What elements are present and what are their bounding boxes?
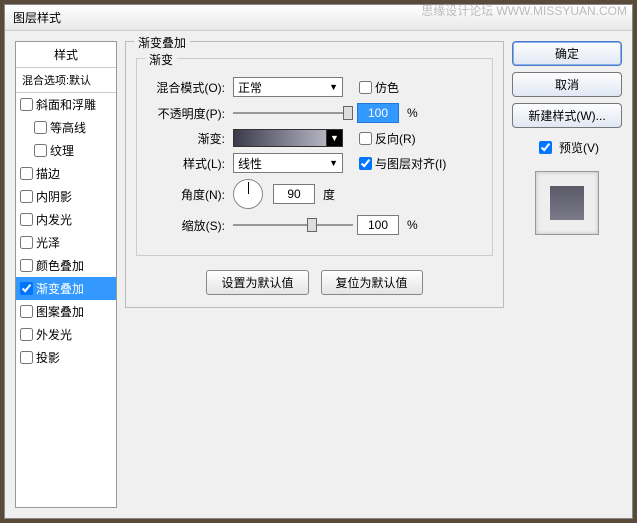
scale-slider[interactable] (233, 216, 353, 234)
dialog-title: 图层样式 (13, 11, 61, 25)
style-checkbox[interactable] (34, 144, 47, 157)
style-item[interactable]: 渐变叠加 (16, 277, 116, 300)
set-default-button[interactable]: 设置为默认值 (206, 270, 308, 295)
style-label: 纹理 (50, 142, 74, 159)
preview-checkbox[interactable]: 预览(V) (512, 138, 622, 157)
style-label: 渐变叠加 (36, 280, 84, 297)
style-item[interactable]: 描边 (16, 162, 116, 185)
right-panel: 确定 取消 新建样式(W)... 预览(V) (512, 41, 622, 508)
cancel-button[interactable]: 取消 (512, 72, 622, 97)
gradient-label: 渐变: (147, 130, 229, 147)
style-label: 内阴影 (36, 188, 72, 205)
style-label: 斜面和浮雕 (36, 96, 96, 113)
style-checkbox[interactable] (34, 121, 47, 134)
style-item[interactable]: 图案叠加 (16, 300, 116, 323)
styles-panel: 样式 混合选项:默认 斜面和浮雕等高线纹理描边内阴影内发光光泽颜色叠加渐变叠加图… (15, 41, 117, 508)
style-select[interactable]: 线性 ▼ (233, 153, 343, 173)
scale-label: 缩放(S): (147, 217, 229, 234)
watermark-site: 思缘设计论坛 (421, 4, 493, 18)
style-checkbox[interactable] (20, 98, 33, 111)
align-checkbox[interactable]: 与图层对齐(I) (359, 155, 446, 172)
angle-input[interactable] (273, 184, 315, 204)
style-checkbox[interactable] (20, 213, 33, 226)
reverse-checkbox[interactable]: 反向(R) (359, 130, 416, 147)
style-label: 图案叠加 (36, 303, 84, 320)
style-checkbox[interactable] (20, 167, 33, 180)
dither-checkbox[interactable]: 仿色 (359, 79, 399, 96)
style-item[interactable]: 颜色叠加 (16, 254, 116, 277)
style-item[interactable]: 内发光 (16, 208, 116, 231)
scale-unit: % (407, 218, 418, 232)
style-item[interactable]: 投影 (16, 346, 116, 369)
gradient-overlay-group: 渐变叠加 渐变 混合模式(O): 正常 ▼ 仿色 (125, 41, 504, 308)
styles-subheader[interactable]: 混合选项:默认 (16, 68, 116, 93)
scale-input[interactable] (357, 215, 399, 235)
gradient-swatch[interactable]: ▼ (233, 129, 343, 147)
style-item[interactable]: 斜面和浮雕 (16, 93, 116, 116)
group-legend: 渐变叠加 (134, 34, 190, 51)
angle-label: 角度(N): (147, 186, 229, 203)
layer-style-dialog: 图层样式 样式 混合选项:默认 斜面和浮雕等高线纹理描边内阴影内发光光泽颜色叠加… (4, 4, 633, 519)
watermark-url: WWW.MISSYUAN.COM (496, 4, 627, 18)
gradient-inner-group: 渐变 混合模式(O): 正常 ▼ 仿色 不透明度(P): (136, 58, 493, 256)
style-checkbox[interactable] (20, 236, 33, 249)
style-item[interactable]: 光泽 (16, 231, 116, 254)
center-panel: 渐变叠加 渐变 混合模式(O): 正常 ▼ 仿色 (125, 41, 504, 508)
angle-dial[interactable] (233, 179, 263, 209)
ok-button[interactable]: 确定 (512, 41, 622, 66)
preview-box (535, 171, 599, 235)
opacity-unit: % (407, 106, 418, 120)
blend-mode-label: 混合模式(O): (147, 79, 229, 96)
style-checkbox[interactable] (20, 328, 33, 341)
style-checkbox[interactable] (20, 305, 33, 318)
opacity-slider[interactable] (233, 104, 353, 122)
angle-unit: 度 (323, 186, 335, 203)
style-label: 样式(L): (147, 155, 229, 172)
style-checkbox[interactable] (20, 351, 33, 364)
preview-swatch (550, 186, 584, 220)
gradient-picker-button[interactable]: ▼ (326, 130, 342, 146)
opacity-input[interactable] (357, 103, 399, 123)
chevron-down-icon: ▼ (329, 82, 338, 92)
reset-default-button[interactable]: 复位为默认值 (321, 270, 423, 295)
new-style-button[interactable]: 新建样式(W)... (512, 103, 622, 128)
style-label: 内发光 (36, 211, 72, 228)
style-label: 投影 (36, 349, 60, 366)
style-item[interactable]: 外发光 (16, 323, 116, 346)
style-checkbox[interactable] (20, 190, 33, 203)
style-label: 光泽 (36, 234, 60, 251)
inner-legend: 渐变 (145, 51, 177, 68)
style-label: 等高线 (50, 119, 86, 136)
chevron-down-icon: ▼ (329, 158, 338, 168)
blend-mode-select[interactable]: 正常 ▼ (233, 77, 343, 97)
styles-header[interactable]: 样式 (16, 42, 116, 68)
style-item[interactable]: 内阴影 (16, 185, 116, 208)
style-checkbox[interactable] (20, 259, 33, 272)
style-item[interactable]: 等高线 (16, 116, 116, 139)
opacity-label: 不透明度(P): (147, 105, 229, 122)
style-label: 描边 (36, 165, 60, 182)
style-label: 颜色叠加 (36, 257, 84, 274)
style-item[interactable]: 纹理 (16, 139, 116, 162)
style-label: 外发光 (36, 326, 72, 343)
style-checkbox[interactable] (20, 282, 33, 295)
